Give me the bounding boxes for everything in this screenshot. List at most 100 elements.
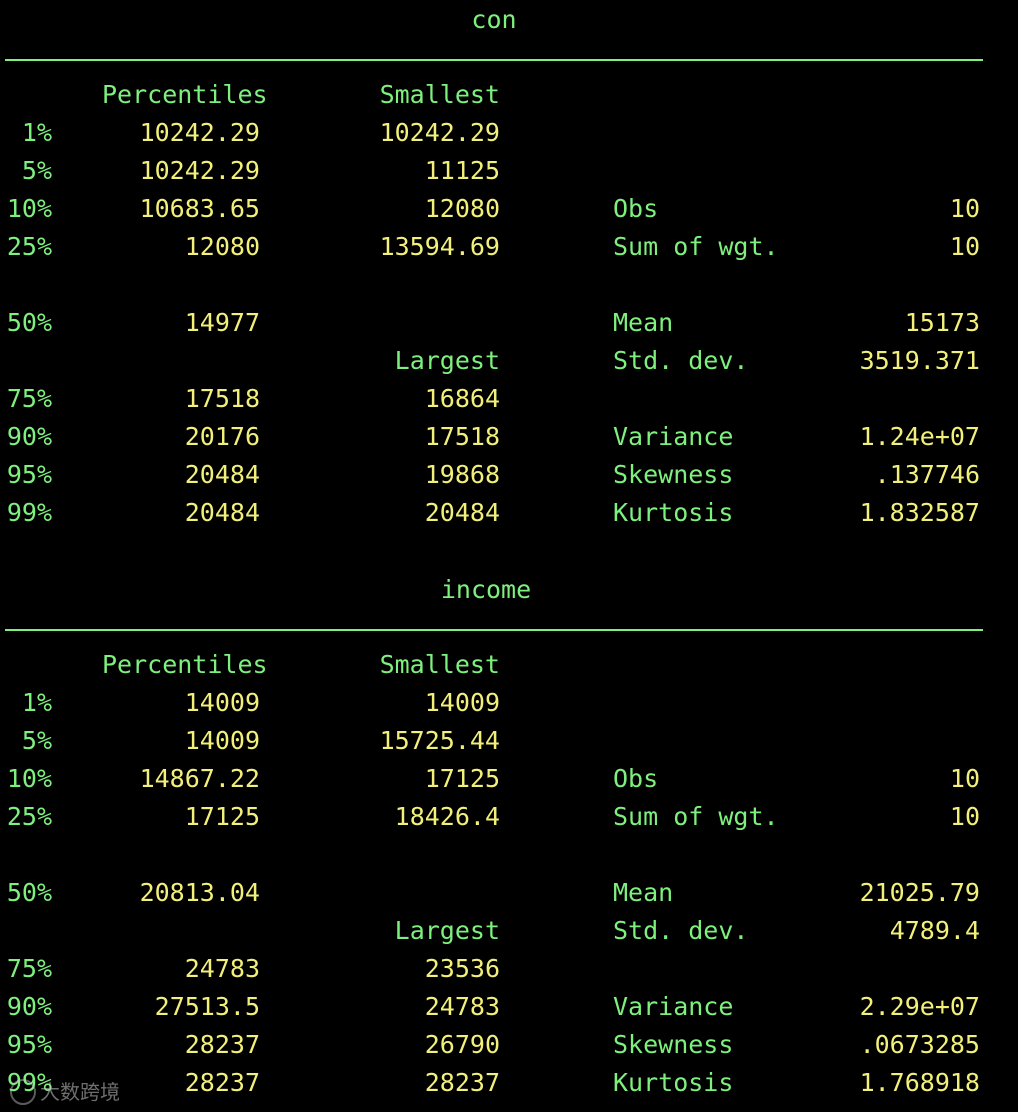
- percent-label: 95%: [6, 460, 52, 489]
- extreme-value: 26790: [424, 1030, 500, 1059]
- percentile-value: 20484: [184, 460, 260, 489]
- percent-label: 25%: [6, 232, 52, 261]
- table-row: 50% 14977 Mean 15173: [0, 304, 1018, 342]
- smallest-header: Smallest: [379, 650, 500, 679]
- extreme-value: 14009: [424, 688, 500, 717]
- statistic-value: .137746: [874, 460, 980, 489]
- extreme-value: 19868: [424, 460, 500, 489]
- statistic-label: Variance: [613, 422, 734, 451]
- table-row: 75% 17518 16864: [0, 380, 1018, 418]
- extreme-value: 16864: [424, 384, 500, 413]
- table-row: 10% 10683.65 12080 Obs 10: [0, 190, 1018, 228]
- percentile-value: 14867.22: [139, 764, 260, 793]
- watermark: 大数跨境: [10, 1076, 120, 1108]
- extreme-value: 18426.4: [394, 802, 500, 831]
- variable-title: con: [471, 5, 517, 34]
- watermark-logo-icon: [10, 1079, 36, 1105]
- statistic-label: Obs: [613, 194, 659, 223]
- statistic-label: Std. dev.: [613, 916, 749, 945]
- extreme-value: 20484: [424, 498, 500, 527]
- percent-label: 5%: [21, 726, 52, 755]
- percentile-value: 28237: [184, 1068, 260, 1097]
- percentile-value: 17518: [184, 384, 260, 413]
- statistic-value: 4789.4: [889, 916, 980, 945]
- table-row: 25% 12080 13594.69 Sum of wgt. 10: [0, 228, 1018, 266]
- percent-label: 95%: [6, 1030, 52, 1059]
- statistic-label: Kurtosis: [613, 1068, 734, 1097]
- table-row: 95% 20484 19868 Skewness .137746: [0, 456, 1018, 494]
- title-rule: [5, 629, 983, 631]
- table-row: 25% 17125 18426.4 Sum of wgt. 10: [0, 798, 1018, 836]
- statistic-value: 1.832587: [859, 498, 980, 527]
- statistic-label: Kurtosis: [613, 498, 734, 527]
- percent-label: 50%: [6, 878, 52, 907]
- percentile-value: 14009: [184, 688, 260, 717]
- statistic-value: 1.24e+07: [859, 422, 980, 451]
- title-rule: [5, 59, 983, 61]
- percentile-value: 14009: [184, 726, 260, 755]
- table-row: Largest Std. dev. 4789.4: [0, 912, 1018, 950]
- table-row: 50% 20813.04 Mean 21025.79: [0, 874, 1018, 912]
- statistic-value: 1.768918: [859, 1068, 980, 1097]
- extreme-value: 28237: [424, 1068, 500, 1097]
- table-row: 5% 10242.29 11125: [0, 152, 1018, 190]
- statistic-label: Mean: [613, 308, 674, 337]
- table-row: 5% 14009 15725.44: [0, 722, 1018, 760]
- extreme-value: 10242.29: [379, 118, 500, 147]
- extreme-value: 13594.69: [379, 232, 500, 261]
- percent-label: 75%: [6, 954, 52, 983]
- table-row: [0, 836, 1018, 874]
- statistic-value: 10: [949, 802, 980, 831]
- table-row: 99% 20484 20484 Kurtosis 1.832587: [0, 494, 1018, 532]
- table-row: 90% 20176 17518 Variance 1.24e+07: [0, 418, 1018, 456]
- table-row: 95% 28237 26790 Skewness .0673285: [0, 1026, 1018, 1064]
- extreme-value: 23536: [424, 954, 500, 983]
- percent-label: 10%: [6, 764, 52, 793]
- statistic-label: Std. dev.: [613, 346, 749, 375]
- percent-label: 99%: [6, 498, 52, 527]
- percentile-value: 17125: [184, 802, 260, 831]
- percentile-value: 24783: [184, 954, 260, 983]
- extreme-value: 24783: [424, 992, 500, 1021]
- percentile-value: 10242.29: [139, 156, 260, 185]
- extreme-value: 15725.44: [379, 726, 500, 755]
- statistic-value: 21025.79: [859, 878, 980, 907]
- statistic-label: Variance: [613, 992, 734, 1021]
- percent-label: 75%: [6, 384, 52, 413]
- table-row: [0, 266, 1018, 304]
- statistic-value: 10: [949, 194, 980, 223]
- statistic-value: .0673285: [859, 1030, 980, 1059]
- extreme-value: 17125: [424, 764, 500, 793]
- percentile-value: 12080: [184, 232, 260, 261]
- table-row: 75% 24783 23536: [0, 950, 1018, 988]
- percentile-value: 10683.65: [139, 194, 260, 223]
- percent-label: 90%: [6, 992, 52, 1021]
- statistic-label: Mean: [613, 878, 674, 907]
- percentile-value: 20176: [184, 422, 260, 451]
- table-row: Largest Std. dev. 3519.371: [0, 342, 1018, 380]
- percent-label: 5%: [21, 156, 52, 185]
- largest-header: Largest: [394, 916, 500, 945]
- percentiles-header: Percentiles: [102, 650, 268, 679]
- statistic-label: Sum of wgt.: [613, 802, 779, 831]
- percent-label: 1%: [21, 118, 52, 147]
- percentile-value: 14977: [184, 308, 260, 337]
- largest-header: Largest: [394, 346, 500, 375]
- percent-label: 90%: [6, 422, 52, 451]
- statistic-value: 10: [949, 232, 980, 261]
- percent-label: 25%: [6, 802, 52, 831]
- statistic-label: Sum of wgt.: [613, 232, 779, 261]
- table-row: 1% 10242.29 10242.29: [0, 114, 1018, 152]
- variable-title: income: [440, 575, 532, 604]
- percentile-value: 20813.04: [139, 878, 260, 907]
- table-header: Percentiles Smallest: [0, 76, 1018, 114]
- smallest-header: Smallest: [379, 80, 500, 109]
- table-header: Percentiles Smallest: [0, 646, 1018, 684]
- percentiles-header: Percentiles: [102, 80, 268, 109]
- watermark-text: 大数跨境: [40, 1080, 120, 1104]
- table-row: 1% 14009 14009: [0, 684, 1018, 722]
- statistic-value: 3519.371: [859, 346, 980, 375]
- extreme-value: 12080: [424, 194, 500, 223]
- percentile-value: 10242.29: [139, 118, 260, 147]
- percent-label: 50%: [6, 308, 52, 337]
